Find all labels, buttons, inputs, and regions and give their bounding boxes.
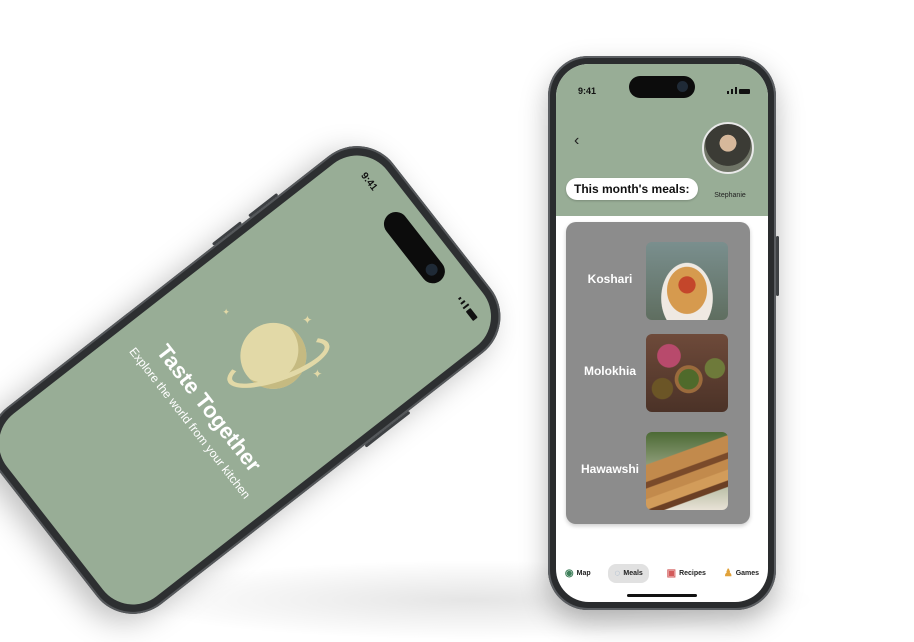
battery-icon [466, 307, 479, 321]
map-icon: ◉ [564, 567, 574, 579]
meal-name: Hawawshi [580, 462, 640, 476]
dynamic-island [379, 207, 450, 289]
meals-list: Koshari Molokhia Hawawshi [566, 222, 750, 524]
user-name: Stephanie [714, 192, 746, 199]
signal-icon [735, 87, 737, 94]
meal-card-koshari[interactable]: Koshari [566, 242, 750, 320]
nav-label: Map [576, 569, 591, 577]
status-time: 9:41 [578, 86, 597, 96]
sparkle-icon: ✦ [302, 312, 313, 327]
section-title: This month's meals: [566, 178, 698, 200]
meal-photo [646, 334, 728, 412]
camera-icon [677, 81, 688, 92]
splash-content: ✦ ✦ ✦ Taste Together Explore the world f… [113, 233, 388, 519]
phone-app-mockup: 9:41 ‹ Stephanie This month's meals: Kos… [548, 56, 779, 610]
nav-label: Games [735, 569, 760, 577]
battery-icon [739, 89, 750, 94]
signal-icon [727, 91, 729, 94]
bottom-nav: ◉ Map ◌ Meals ▣ Recipes ♟ Games [556, 558, 768, 588]
games-icon: ♟ [723, 567, 733, 579]
dynamic-island [629, 76, 695, 98]
home-indicator [627, 594, 697, 597]
nav-label: Recipes [679, 569, 706, 577]
meal-card-hawawshi[interactable]: Hawawshi [566, 432, 750, 510]
nav-item-map[interactable]: ◉ Map [565, 568, 591, 579]
phone-splash-mockup: 9:41 ✦ ✦ ✦ Taste Together Explore the wo… [0, 127, 519, 633]
nav-item-meals[interactable]: ◌ Meals [608, 563, 649, 583]
meals-screen: 9:41 ‹ Stephanie This month's meals: Kos… [556, 64, 768, 602]
signal-icon [731, 89, 733, 94]
status-time: 9:41 [358, 170, 380, 194]
recipes-icon: ▣ [666, 567, 677, 579]
camera-icon [423, 261, 441, 279]
status-icons [727, 87, 750, 94]
meal-card-molokhia[interactable]: Molokhia [566, 334, 750, 412]
signal-icon [458, 296, 462, 301]
avatar[interactable] [702, 122, 754, 174]
meal-photo [646, 432, 728, 510]
status-icons [456, 296, 479, 322]
chevron-left-icon[interactable]: ‹ [574, 132, 579, 150]
sparkle-icon: ✦ [312, 366, 323, 381]
meals-icon: ◌ [614, 567, 621, 579]
meal-name: Molokhia [583, 364, 636, 378]
nav-item-games[interactable]: ♟ Games [724, 568, 759, 579]
signal-icon [460, 300, 466, 305]
meal-photo [646, 242, 728, 320]
planet-dumpling-logo-icon: ✦ ✦ ✦ [218, 303, 336, 413]
meal-name: Koshari [587, 272, 633, 286]
nav-label: Meals [623, 569, 643, 577]
nav-item-recipes[interactable]: ▣ Recipes [667, 568, 706, 579]
power-button [776, 236, 779, 296]
sparkle-icon: ✦ [222, 306, 230, 317]
